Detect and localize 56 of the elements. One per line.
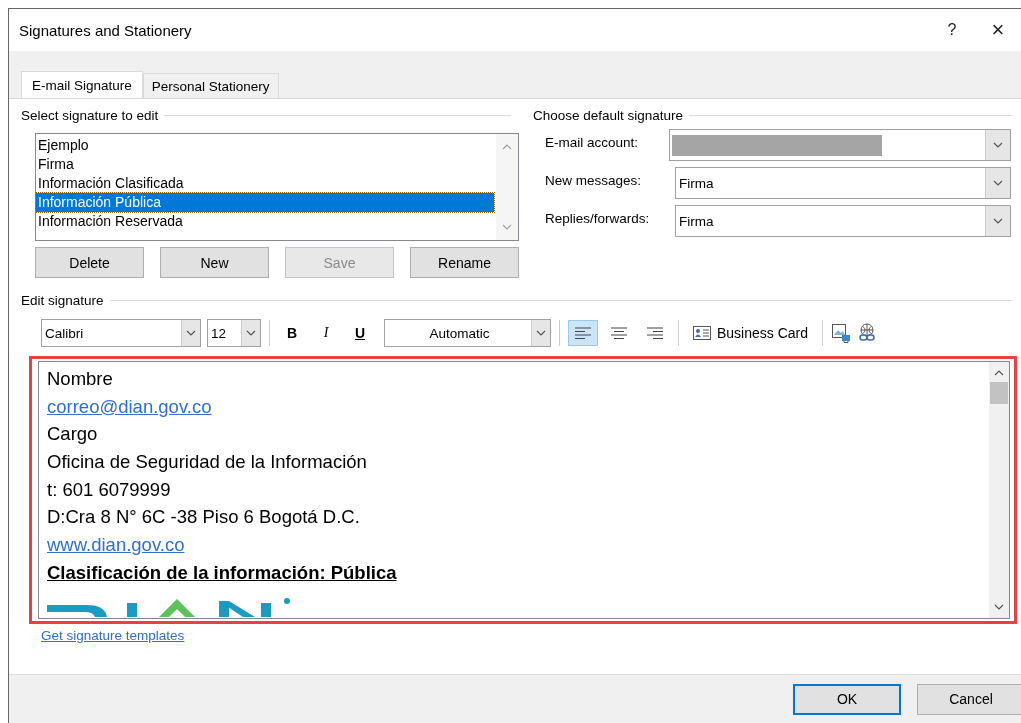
signature-button[interactable]: Delete <box>35 247 144 278</box>
dialog-button[interactable]: OK <box>793 683 901 715</box>
field-label: E-mail account: <box>545 134 640 150</box>
caret-icon[interactable] <box>246 330 256 336</box>
tab[interactable]: E-mail Signature <box>21 71 143 98</box>
color-dropdown[interactable]: Automatic <box>384 319 551 347</box>
close-button[interactable]: × <box>975 12 1021 48</box>
signature-line: Nombre <box>47 367 114 391</box>
business-card-button[interactable]: Business Card <box>687 324 815 342</box>
signature-item[interactable]: Información Clasificada <box>36 174 494 193</box>
hyperlink-icon[interactable] <box>857 323 878 343</box>
caret-icon[interactable] <box>993 180 1003 186</box>
scrollbar[interactable] <box>989 362 1009 618</box>
help-button[interactable]: ? <box>929 12 975 48</box>
signature-link[interactable]: www.dian.gov.co <box>47 534 185 556</box>
dropdown[interactable] <box>669 129 1011 161</box>
field-label: Replies/forwards: <box>545 210 651 226</box>
signature-button[interactable]: Rename <box>410 247 519 278</box>
caret-icon[interactable] <box>993 218 1003 224</box>
scroll-thumb[interactable] <box>990 382 1008 404</box>
caret-icon[interactable] <box>993 142 1003 148</box>
tab[interactable]: Personal Stationery <box>142 73 279 98</box>
underline-button[interactable]: U <box>346 320 374 346</box>
dropdown[interactable]: Firma <box>675 167 1011 199</box>
signature-line: t: 601 6079999 <box>47 477 172 502</box>
dropdown[interactable]: Firma <box>675 205 1011 237</box>
signature-editor[interactable]: Nombre correo@dian.gov.co Cargo Oficina de Seguridad de la Información t: 601 6079999 D:Cra 8 N° 6C -38 Piso 6 Bogotá D.C. www.dian.gov.co Clasificación de la información: Pública <box>38 361 1010 619</box>
align-right-icon[interactable] <box>647 327 663 339</box>
section-heading: Choose default signature <box>533 107 684 123</box>
align-left-icon[interactable] <box>575 327 591 339</box>
signature-line: D:Cra 8 N° 6C -38 Piso 6 Bogotá D.C. <box>47 505 361 530</box>
classification-text: Clasificación de la información: Pública <box>47 561 397 583</box>
font-dropdown[interactable]: Calibri <box>41 319 201 347</box>
signature-line: Cargo <box>47 422 99 447</box>
signature-button[interactable]: New <box>160 247 269 278</box>
italic-button[interactable]: I <box>312 320 340 346</box>
field-label: New messages: <box>545 172 643 188</box>
contact-card-icon[interactable] <box>693 326 711 340</box>
templates-link[interactable]: Get signature templates <box>41 628 185 643</box>
dialog-button[interactable]: Cancel <box>917 683 1021 715</box>
insert-picture-icon[interactable] <box>831 323 852 343</box>
signature-item[interactable]: Ejemplo <box>36 136 494 155</box>
signature-link[interactable]: correo@dian.gov.co <box>47 395 212 417</box>
caret-icon[interactable] <box>186 330 196 336</box>
align-left-button[interactable] <box>568 320 598 346</box>
bold-button[interactable]: B <box>278 320 306 346</box>
signature-item[interactable]: Información Pública <box>36 193 494 212</box>
section-heading: Edit signature <box>21 292 104 308</box>
signature-line: Oficina de Seguridad de la Información <box>47 450 368 475</box>
caret-icon[interactable] <box>536 330 546 336</box>
signature-item[interactable]: Información Reservada <box>36 212 494 231</box>
window-title: Signatures and Stationery <box>19 21 192 39</box>
section-heading: Select signature to edit <box>21 107 159 123</box>
size-dropdown[interactable]: 12 <box>207 319 261 347</box>
signature-item[interactable]: Firma <box>36 155 494 174</box>
align-center-icon[interactable] <box>611 327 627 339</box>
